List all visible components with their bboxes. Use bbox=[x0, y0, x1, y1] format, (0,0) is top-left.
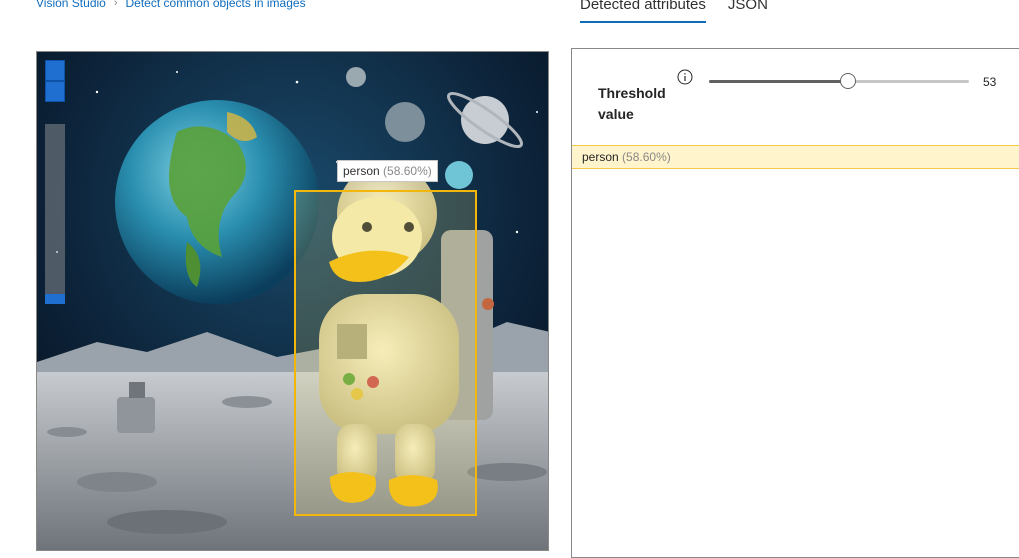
threshold-label: Threshold value bbox=[598, 85, 666, 122]
results-panel: Threshold value 53 person (58.60%) bbox=[571, 48, 1019, 558]
breadcrumb-current-link[interactable]: Detect common objects in images bbox=[126, 0, 306, 10]
tab-detected-attributes[interactable]: Detected attributes bbox=[580, 0, 706, 23]
detection-bounding-box[interactable] bbox=[294, 190, 477, 516]
result-row[interactable]: person (58.60%) bbox=[572, 145, 1019, 169]
zoom-slider[interactable] bbox=[45, 124, 65, 304]
breadcrumb-root-link[interactable]: Vision Studio bbox=[36, 0, 106, 10]
chevron-right-icon: › bbox=[113, 0, 118, 9]
detection-label: person (58.60%) bbox=[337, 160, 438, 182]
zoom-control bbox=[45, 60, 65, 304]
tab-json[interactable]: JSON bbox=[728, 0, 768, 23]
result-label: person bbox=[582, 150, 619, 164]
threshold-slider-thumb[interactable] bbox=[839, 73, 856, 89]
threshold-slider[interactable] bbox=[709, 73, 969, 89]
threshold-value: 53 bbox=[983, 75, 997, 89]
zoom-slider-thumb[interactable] bbox=[45, 294, 65, 304]
image-viewer[interactable]: person (58.60%) bbox=[36, 51, 549, 551]
detection-label-name: person bbox=[343, 164, 380, 178]
zoom-out-button[interactable] bbox=[45, 81, 65, 102]
detection-label-confidence: (58.60%) bbox=[383, 164, 432, 178]
info-icon[interactable] bbox=[677, 69, 693, 85]
result-confidence: (58.60%) bbox=[622, 150, 671, 164]
zoom-in-button[interactable] bbox=[45, 60, 65, 81]
result-tabs: Detected attributes JSON bbox=[580, 0, 768, 23]
breadcrumb: Vision Studio › Detect common objects in… bbox=[36, 0, 306, 10]
threshold-slider-fill bbox=[709, 80, 847, 83]
